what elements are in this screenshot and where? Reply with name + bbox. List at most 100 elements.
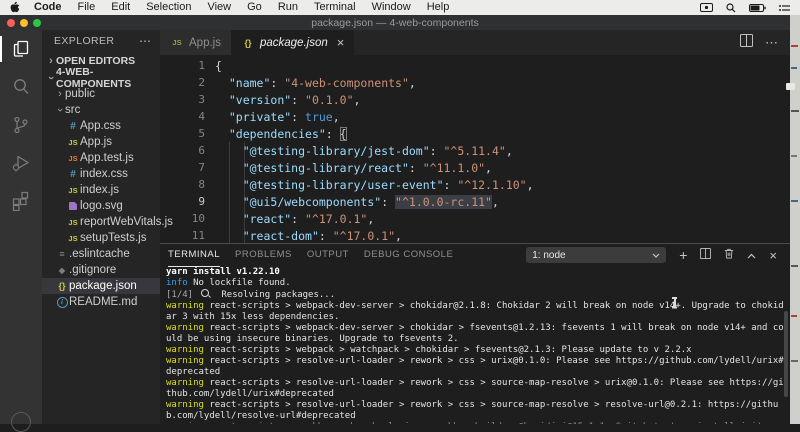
line-number: 1 xyxy=(198,59,205,72)
menu-item-file[interactable]: File xyxy=(70,0,104,15)
apple-menu-icon[interactable] xyxy=(10,2,20,13)
panel-header: TERMINAL PROBLEMS OUTPUT DEBUG CONSOLE 1: n… xyxy=(160,244,790,267)
split-editor-icon[interactable] xyxy=(740,33,753,52)
css-file-icon: # xyxy=(70,120,76,132)
sidebar-more-actions-button[interactable]: ⋯ xyxy=(139,34,152,48)
search-icon xyxy=(11,77,31,97)
line-number: 4 xyxy=(198,110,205,123)
sidebar-item-run-debug[interactable] xyxy=(0,144,42,182)
display-icon[interactable] xyxy=(700,3,713,12)
tree-item-app.js[interactable]: JS App.js xyxy=(42,134,160,150)
close-panel-button[interactable]: × xyxy=(769,249,777,262)
tree-item-eslintcache[interactable]: ≡ .eslintcache xyxy=(42,246,160,262)
tree-item-logo.svg[interactable]: logo.svg xyxy=(42,198,160,214)
workspace-root-section[interactable]: › 4-WEB-COMPONENTS xyxy=(42,66,160,90)
maximize-panel-button[interactable] xyxy=(747,246,756,264)
tab-app.js[interactable]: JS App.js xyxy=(160,30,231,55)
menu-item-code[interactable]: Code xyxy=(26,0,70,15)
split-terminal-button[interactable] xyxy=(700,246,712,264)
menu-item-window[interactable]: Window xyxy=(364,0,419,15)
activity-bar xyxy=(0,30,42,432)
code-editor[interactable]: 1{2 "name": "4-web-components", 3 "versio… xyxy=(160,55,790,243)
sidebar-title: EXPLORER xyxy=(54,35,115,47)
files-icon xyxy=(11,39,31,59)
terminal-scrollbar[interactable] xyxy=(784,311,788,397)
panel-tab-debug-console[interactable]: DEBUG CONSOLE xyxy=(364,244,453,266)
line-number: 9 xyxy=(198,195,205,208)
eslint-file-icon: ≡ xyxy=(59,249,65,259)
terminal-line: warning react-scripts > webpack > watchp… xyxy=(166,345,692,355)
json-file-icon: {} xyxy=(58,281,66,291)
git-file-icon: ◆ xyxy=(58,265,66,275)
tree-item-app.test.js[interactable]: JS App.test.js xyxy=(42,150,160,166)
tab-package.json[interactable]: {} package.json × xyxy=(230,30,355,55)
chevron-right-icon: › xyxy=(49,54,53,67)
sidebar-item-extensions[interactable] xyxy=(0,182,42,220)
account-icon[interactable] xyxy=(11,412,31,432)
code-line-11: 11 "react-dom": "^17.0.1", xyxy=(160,227,790,243)
menu-item-run[interactable]: Run xyxy=(270,0,306,15)
tree-item-package.json[interactable]: {} package.json xyxy=(42,278,160,294)
tree-item-setuptests.js[interactable]: JS setupTests.js xyxy=(42,230,160,246)
background-window-sliver xyxy=(790,15,800,424)
window-title: package.json — 4-web-components xyxy=(311,16,479,29)
js-file-icon: JS xyxy=(68,137,78,147)
js-file-icon: JS xyxy=(68,233,78,243)
tree-item-app.css[interactable]: # App.css xyxy=(42,118,160,134)
panel-tab-problems[interactable]: PROBLEMS xyxy=(235,244,292,266)
line-number: 11 xyxy=(191,229,205,242)
menu-list-icon[interactable] xyxy=(779,4,790,12)
sidebar-item-source-control[interactable] xyxy=(0,106,42,144)
svg-file-icon xyxy=(66,202,80,210)
sidebar-item-explorer[interactable] xyxy=(0,30,42,68)
tree-item-gitignore[interactable]: ◆ .gitignore xyxy=(42,262,160,278)
battery-icon[interactable] xyxy=(749,3,766,12)
tree-item-reportwebvitals.js[interactable]: JS reportWebVitals.js xyxy=(42,214,173,230)
line-number: 7 xyxy=(198,161,205,174)
terminal-panel: TERMINAL PROBLEMS OUTPUT DEBUG CONSOLE 1: n… xyxy=(160,243,790,424)
menu-item-view[interactable]: View xyxy=(199,0,239,15)
menu-item-help[interactable]: Help xyxy=(419,0,458,15)
background-window-fragment xyxy=(786,83,795,90)
tree-item-index.js[interactable]: JS index.js xyxy=(42,182,160,198)
run-debug-icon xyxy=(11,153,31,173)
close-tab-icon[interactable]: × xyxy=(337,35,345,50)
terminal-shell-selector[interactable]: 1: node xyxy=(526,247,667,263)
line-number: 5 xyxy=(198,127,205,140)
js-file-icon: JS xyxy=(172,38,182,47)
js-test-file-icon: JS xyxy=(68,153,78,163)
tree-item-index.css[interactable]: # index.css xyxy=(42,166,160,182)
terminal-line: warning react-scripts > webpack-dev-serv… xyxy=(166,323,784,344)
extensions-icon xyxy=(11,191,31,211)
code-line-6: 6 "@testing-library/jest-dom": "^5.11.4"… xyxy=(160,142,790,159)
editor-tab-bar: JS App.js{} package.json × ⋯ xyxy=(160,30,790,55)
menu-item-terminal[interactable]: Terminal xyxy=(306,0,364,15)
editor-more-actions-icon[interactable]: ⋯ xyxy=(765,35,778,51)
code-line-9: 9 "@ui5/webcomponents": "^1.0.0-rc.11", xyxy=(160,193,790,210)
code-line-1: 1{ xyxy=(160,57,790,74)
chevron-down-icon xyxy=(652,250,660,261)
explorer-sidebar: EXPLORER ⋯ › OPEN EDITORS › 4-WEB-COMPON… xyxy=(42,30,173,424)
code-line-8: 8 "@testing-library/user-event": "^12.1.… xyxy=(160,176,790,193)
spotlight-search-icon[interactable] xyxy=(726,2,736,13)
panel-tab-output[interactable]: OUTPUT xyxy=(307,244,349,266)
kill-terminal-button[interactable] xyxy=(724,246,734,264)
code-line-7: 7 "@testing-library/react": "^11.1.0", xyxy=(160,159,790,176)
terminal-line: warning react-scripts > resolve-url-load… xyxy=(166,356,784,377)
code-line-3: 3 "version": "0.1.0", xyxy=(160,91,790,108)
terminal-line: [1/4] Resolving packages... xyxy=(166,289,336,300)
terminal-output[interactable]: yarn install v1.22.10 info No lockfile fo… xyxy=(166,267,785,424)
new-terminal-button[interactable]: + xyxy=(679,248,687,262)
menu-item-edit[interactable]: Edit xyxy=(103,0,138,15)
readme-info-icon: i xyxy=(55,296,69,308)
source-control-branch-icon xyxy=(11,115,31,135)
menu-item-go[interactable]: Go xyxy=(239,0,270,15)
panel-tab-terminal[interactable]: TERMINAL xyxy=(168,244,221,267)
sidebar-item-search[interactable] xyxy=(0,68,42,106)
terminal-line: warning react-scripts > resolve-url-load… xyxy=(166,400,779,421)
line-number: 6 xyxy=(198,144,205,157)
tree-item-readme.md[interactable]: i README.md xyxy=(42,294,160,310)
window-title-bar: package.json — 4-web-components xyxy=(0,15,790,30)
menu-item-selection[interactable]: Selection xyxy=(138,0,199,15)
tree-item-src[interactable]: › src xyxy=(42,102,160,118)
